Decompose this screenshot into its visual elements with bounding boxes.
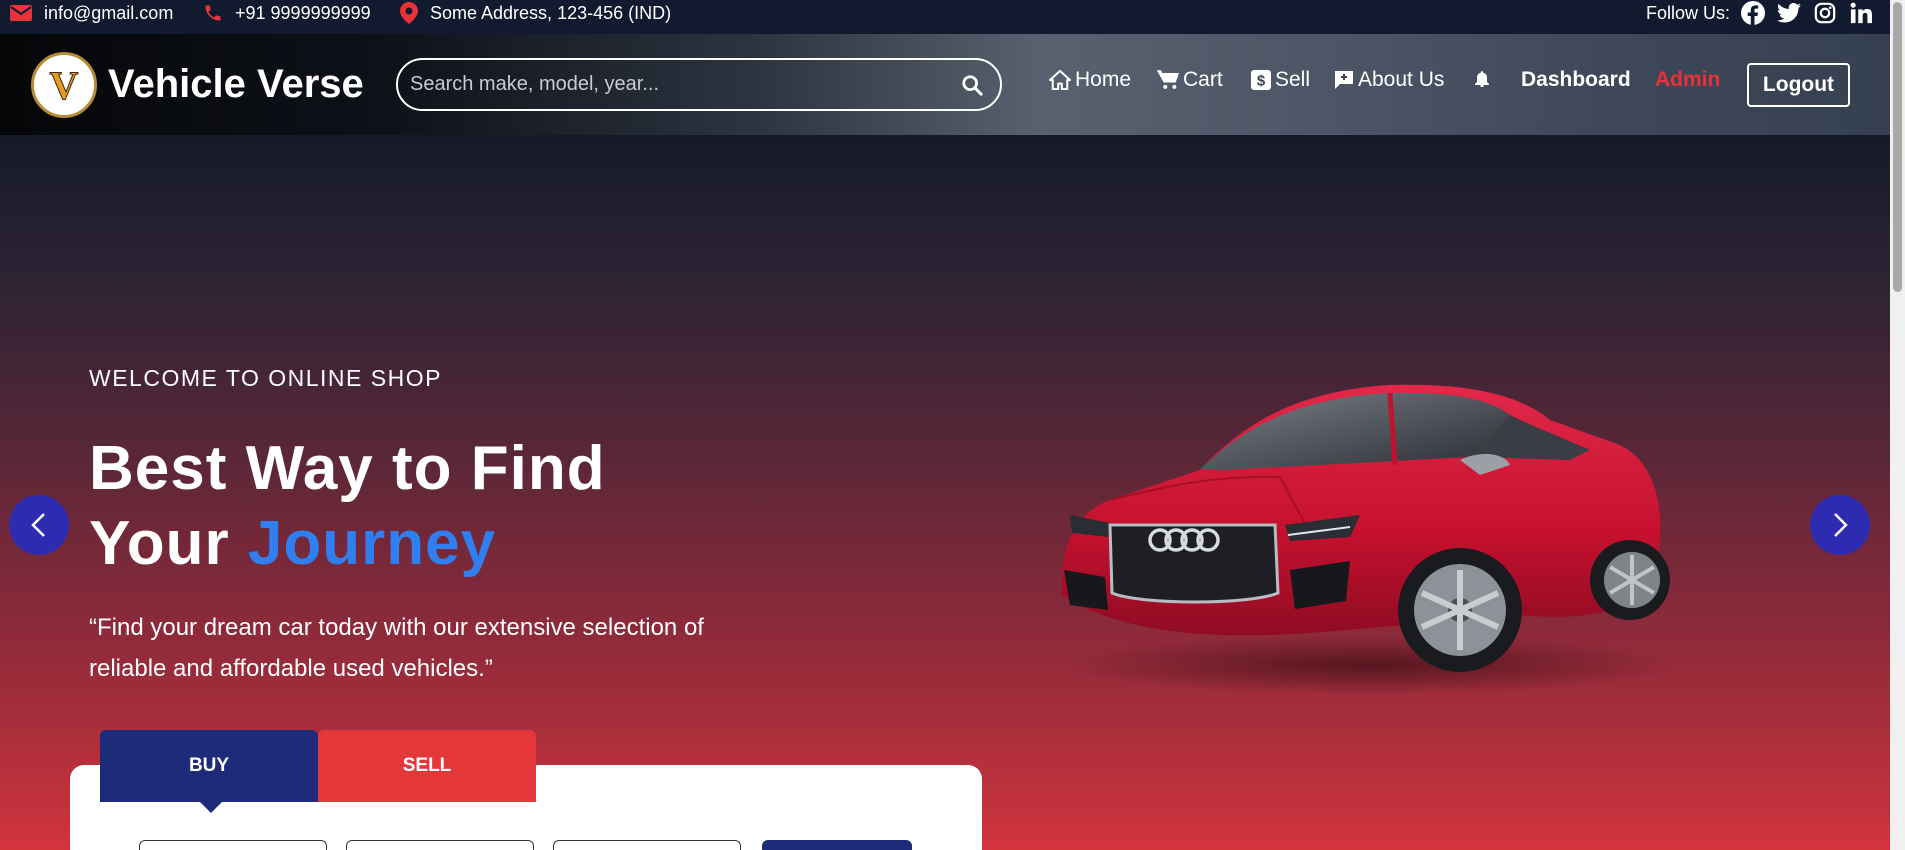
search-bar xyxy=(396,58,1002,111)
phone-text: +91 9999999999 xyxy=(235,2,371,23)
cart-icon xyxy=(1157,70,1179,89)
location-pin-icon xyxy=(400,2,418,24)
logo-letter: V xyxy=(49,62,79,108)
email-text: info@gmail.com xyxy=(44,2,174,23)
active-tab-indicator xyxy=(199,801,223,813)
carousel-next-button[interactable] xyxy=(1810,495,1870,555)
hero-headline: Best Way to Find Your Journey xyxy=(89,431,606,581)
nav-dashboard[interactable]: Dashboard xyxy=(1521,68,1631,92)
scrollbar-thumb[interactable] xyxy=(1893,2,1902,292)
address-text: Some Address, 123-456 (IND) xyxy=(430,2,672,23)
carousel-prev-button[interactable] xyxy=(9,495,69,555)
follow-label: Follow Us: xyxy=(1645,2,1730,23)
nav-sell[interactable]: $ Sell xyxy=(1251,68,1310,92)
phone-info[interactable]: +91 9999999999 xyxy=(203,0,371,26)
mail-icon xyxy=(10,5,32,21)
svg-text:$: $ xyxy=(1257,73,1266,90)
social-links: Follow Us: xyxy=(1646,0,1874,26)
nav-home-label: Home xyxy=(1075,68,1132,91)
headline-your: Your xyxy=(89,509,248,578)
hero-banner: WELCOME TO ONLINE SHOP Best Way to Find … xyxy=(0,135,1890,850)
nav-sell-label: Sell xyxy=(1275,68,1311,91)
top-info-bar: info@gmail.com +91 9999999999 Some Addre… xyxy=(0,0,1890,34)
chevron-left-icon xyxy=(31,513,45,537)
search-input[interactable] xyxy=(398,73,952,96)
headline-line-1: Best Way to Find xyxy=(89,434,606,503)
tab-buy[interactable]: BUY xyxy=(100,730,318,802)
tab-sell[interactable]: SELL xyxy=(318,730,536,802)
address-info: Some Address, 123-456 (IND) xyxy=(400,0,671,26)
nav-about-label: About Us xyxy=(1358,68,1445,91)
search-icon[interactable] xyxy=(952,74,992,96)
nav-about[interactable]: About Us xyxy=(1334,68,1444,92)
form-select-1[interactable] xyxy=(139,840,327,850)
logout-button[interactable]: Logout xyxy=(1747,63,1850,107)
facebook-icon[interactable] xyxy=(1740,0,1766,26)
twitter-icon[interactable] xyxy=(1776,0,1802,26)
main-navbar: V Vehicle Verse Home Cart $ Sell About U… xyxy=(0,34,1890,135)
linkedin-icon[interactable] xyxy=(1848,0,1874,26)
logo[interactable]: V xyxy=(31,52,97,118)
headline-journey: Journey xyxy=(247,509,497,578)
headline-line-2: Your Journey xyxy=(89,506,606,581)
nav-cart[interactable]: Cart xyxy=(1157,68,1223,92)
email-info[interactable]: info@gmail.com xyxy=(10,0,173,26)
phone-icon xyxy=(205,5,221,21)
nav-home[interactable]: Home xyxy=(1049,68,1131,92)
chat-info-icon xyxy=(1335,71,1353,89)
form-select-3[interactable] xyxy=(553,840,741,850)
chevron-right-icon xyxy=(1834,513,1848,537)
hero-quote: “Find your dream car today with our exte… xyxy=(89,614,704,682)
brand-name[interactable]: Vehicle Verse xyxy=(108,62,364,107)
form-search-button[interactable] xyxy=(762,840,912,850)
car-image xyxy=(1060,384,1680,695)
instagram-icon[interactable] xyxy=(1812,0,1838,26)
bell-icon[interactable] xyxy=(1475,71,1489,87)
nav-admin[interactable]: Admin xyxy=(1655,68,1720,92)
home-icon xyxy=(1049,70,1071,90)
nav-cart-label: Cart xyxy=(1183,68,1223,91)
dollar-square-icon: $ xyxy=(1251,70,1271,90)
form-select-2[interactable] xyxy=(346,840,534,850)
hero-welcome: WELCOME TO ONLINE SHOP xyxy=(89,365,442,391)
page-scrollbar[interactable] xyxy=(1890,0,1905,850)
